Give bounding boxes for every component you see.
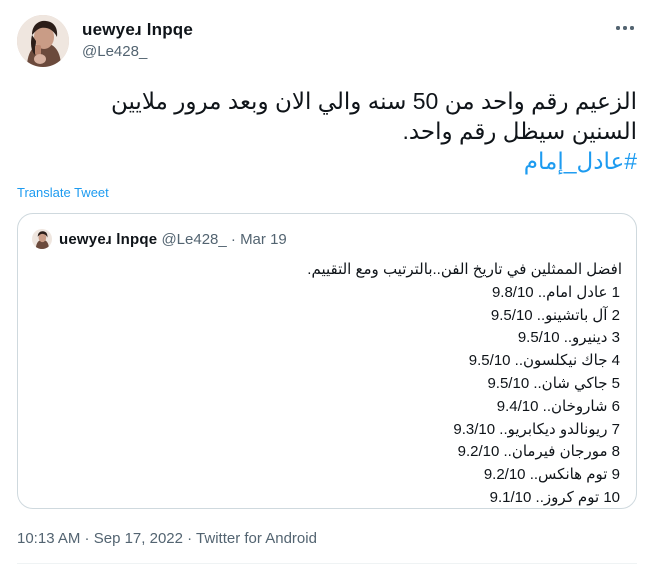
ranking-item: 7 ريونالدو ديكابريو.. 9.3/10 [453,420,620,438]
avatar-photo-icon [17,15,69,67]
ranking-item: 9 توم هانكس.. 9.2/10 [483,466,620,484]
tweet-text-line: الزعيم رقم واحد من 50 سنه والي الان وبعد… [110,88,637,114]
quoted-meta-separator: · [230,231,236,248]
divider [17,563,637,564]
author-avatar[interactable] [17,15,69,67]
ranking-item: 8 مورجان فيرمان.. 9.2/10 [457,443,620,461]
avatar-photo-icon [32,229,52,249]
author-handle[interactable]: @Le428_ [82,43,147,60]
tweet-timestamp: 10:13 AM · Sep 17, 2022 · Twitter for An… [17,530,317,547]
ranking-item: 4 جاك نيكلسون.. 9.5/10 [468,352,620,370]
quoted-tweet-card[interactable]: uewyeɹ lnpqe @Le428_ · Mar 19 افضل الممث… [17,213,637,509]
meta-separator: · [182,530,197,547]
meta-separator: · [80,530,94,547]
ranking-item: 2 آل باتشينو.. 9.5/10 [490,306,620,324]
translate-tweet-link[interactable]: Translate Tweet [17,185,109,200]
tweet-source-link[interactable]: Twitter for Android [196,530,317,547]
ranking-item: 3 دينيرو.. 9.5/10 [517,329,620,347]
quoted-tweet-header: uewyeɹ lnpqe @Le428_ · Mar 19 [59,231,287,248]
ranking-item: 1 عادل امام.. 9.8/10 [491,283,620,301]
tweet-text: الزعيم رقم واحد من 50 سنه والي الان وبعد… [17,86,637,176]
ranking-item: 5 جاكي شان.. 9.5/10 [487,374,620,392]
tweet-text-line: السنين سيظل رقم واحد. [402,118,637,144]
quoted-tweet-date: Mar 19 [240,231,287,248]
ranking-item: 6 شاروخان.. 9.4/10 [496,397,620,415]
more-horizontal-icon[interactable] [613,16,637,40]
hashtag-link[interactable]: #عادل_إمام [524,148,637,174]
author-display-name[interactable]: uewyeɹ lnpqe [82,20,193,40]
quoted-author-display-name: uewyeɹ lnpqe [59,231,158,248]
ranking-item: 10 توم كروز.. 9.1/10 [489,488,620,506]
quoted-tweet-text: افضل الممثلين في تاريخ الفن..بالترتيب وم… [62,259,622,510]
quoted-author-handle: @Le428_ [161,231,227,248]
quoted-intro: افضل الممثلين في تاريخ الفن..بالترتيب وم… [307,261,622,278]
tweet-date[interactable]: Sep 17, 2022 [94,530,183,547]
tweet-detail: uewyeɹ lnpqe @Le428_ الزعيم رقم واحد من … [0,0,654,565]
quoted-author-avatar [32,229,52,249]
tweet-time[interactable]: 10:13 AM [17,530,80,547]
